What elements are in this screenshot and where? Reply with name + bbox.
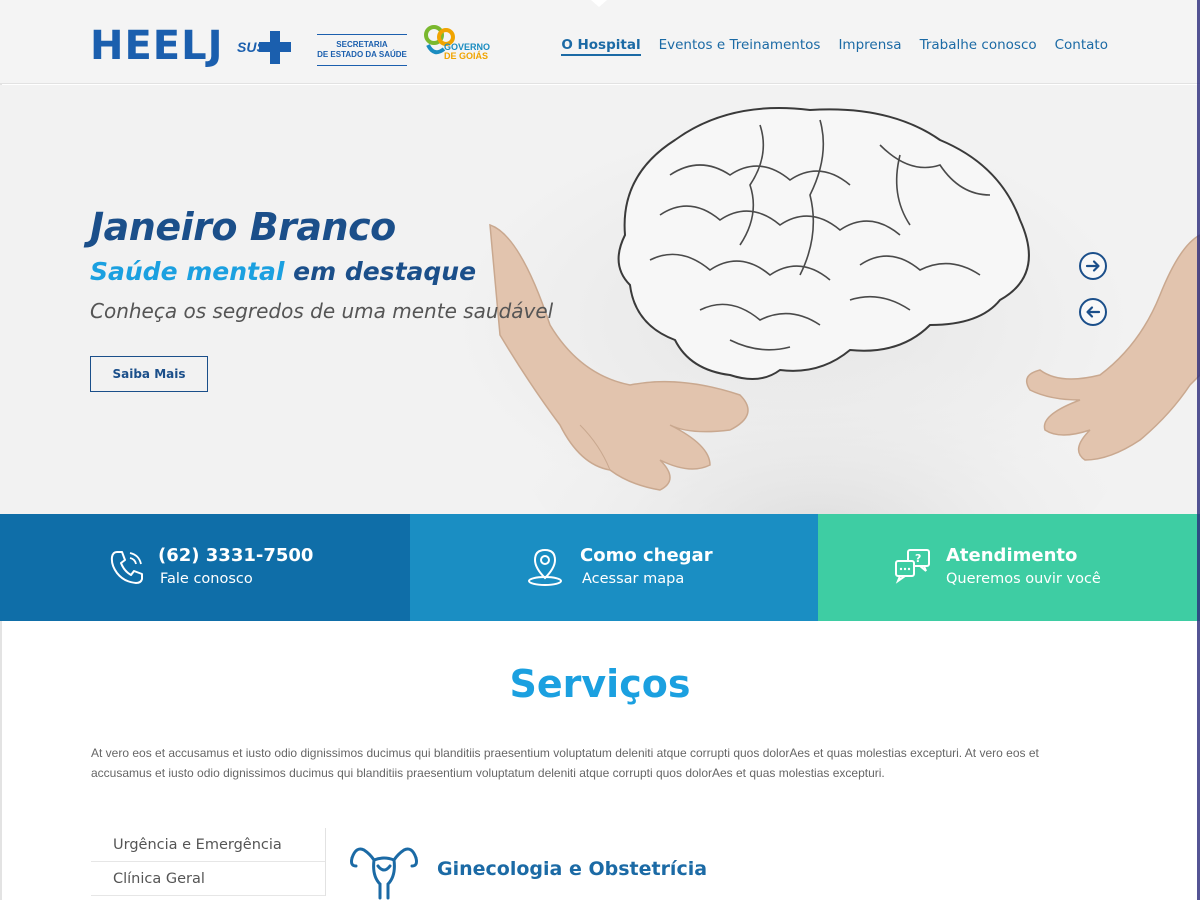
saiba-mais-button[interactable]: Saiba Mais (90, 356, 208, 392)
attendance-block[interactable]: ? Atendimento Queremos ouvir você (818, 514, 1200, 621)
nav-item-o-hospital[interactable]: O Hospital (561, 37, 641, 56)
service-list-item[interactable]: Clínica Geral (91, 862, 325, 896)
ses-logo-line2: DE ESTADO DA SAÚDE (317, 50, 407, 59)
services-list: Urgência e Emergência Clínica Geral (91, 828, 326, 896)
site-header: HEELJ SUS SECRETARIA DE ESTADO DA SAÚDE … (0, 0, 1200, 84)
phone-block[interactable]: (62) 3331-7500 Fale conosco (0, 514, 410, 621)
hero-tagline: Conheça os segredos de uma mente saudáve… (90, 299, 554, 323)
sus-cross-bar (259, 42, 291, 52)
nav-item-eventos-e-treinamentos[interactable]: Eventos e Treinamentos (659, 37, 821, 56)
governo-goias-logo: GOVERNO DE GOIÁS (424, 23, 500, 65)
arrow-right-circle-icon (1085, 260, 1100, 272)
chat-question-icon: ? (895, 549, 930, 584)
service-list-item[interactable]: Urgência e Emergência (91, 828, 325, 862)
directions-block[interactable]: Como chegar Acessar mapa (410, 514, 818, 621)
contact-info-bar: (62) 3331-7500 Fale conosco Como chegar … (0, 514, 1200, 621)
hero-slider: Janeiro Branco Saúde mental em destaque … (0, 85, 1200, 514)
hero-title: Janeiro Branco (90, 205, 396, 249)
phone-icon (110, 551, 143, 584)
attendance-title: Atendimento (946, 545, 1078, 566)
goias-logo-line2: DE GOIÁS (444, 51, 489, 61)
uterus-icon (350, 847, 418, 900)
goias-logo-text: GOVERNO DE GOIÁS (444, 43, 490, 61)
map-pin-icon (528, 548, 562, 586)
heelj-logo[interactable]: HEELJ (90, 24, 224, 68)
service-detail-title: Ginecologia e Obstetrícia (437, 858, 708, 880)
services-description: At vero eos et accusamus et iusto odio d… (91, 746, 1039, 780)
phone-subtitle: Fale conosco (160, 571, 253, 587)
hero-subtitle-rest: em destaque (284, 257, 477, 286)
nav-item-contato[interactable]: Contato (1055, 37, 1108, 56)
main-nav: O Hospital Eventos e Treinamentos Imprensa… (561, 37, 1108, 56)
header-notch (591, 0, 607, 7)
secretaria-saude-logo: SECRETARIA DE ESTADO DA SAÚDE (317, 34, 407, 66)
directions-subtitle: Acessar mapa (582, 571, 685, 587)
arrow-left-circle-icon (1086, 306, 1101, 318)
ses-logo-line1: SECRETARIA (336, 40, 388, 49)
hero-subtitle: Saúde mental em destaque (90, 257, 476, 286)
services-title: Serviços (509, 662, 691, 706)
nav-item-imprensa[interactable]: Imprensa (838, 37, 901, 56)
nav-item-trabalhe-conosco[interactable]: Trabalhe conosco (920, 37, 1037, 56)
attendance-subtitle: Queremos ouvir você (946, 571, 1101, 587)
directions-title: Como chegar (580, 545, 713, 566)
svg-text:?: ? (915, 552, 921, 565)
phone-number: (62) 3331-7500 (158, 545, 314, 566)
hero-subtitle-highlight: Saúde mental (90, 257, 285, 286)
sus-logo: SUS (237, 30, 299, 66)
slider-next-button[interactable] (1079, 252, 1107, 280)
slider-prev-button[interactable] (1079, 298, 1107, 326)
